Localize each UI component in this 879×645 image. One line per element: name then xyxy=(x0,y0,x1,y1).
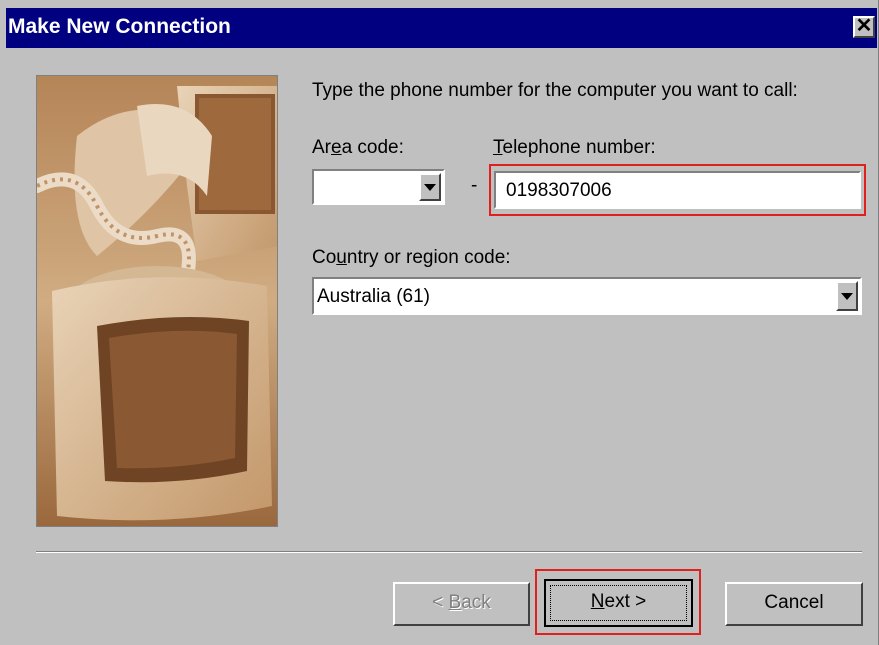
focus-rectangle xyxy=(550,585,687,621)
back-button[interactable]: < Back xyxy=(393,582,530,626)
area-code-combobox[interactable] xyxy=(312,169,445,205)
instruction-text: Type the phone number for the computer y… xyxy=(312,80,798,101)
make-new-connection-window: Make New Connection ✕ Type the phone num… xyxy=(0,0,879,645)
chevron-down-icon xyxy=(841,293,853,300)
window-title: Make New Connection xyxy=(8,15,231,38)
country-region-combobox[interactable]: Australia (61) xyxy=(312,277,862,315)
next-button[interactable]: Next > xyxy=(544,579,693,627)
cancel-button[interactable]: Cancel xyxy=(725,582,863,626)
wizard-illustration xyxy=(36,75,278,527)
country-region-label: Country or region code: xyxy=(312,247,511,268)
telephone-number-input[interactable]: 0198307006 xyxy=(494,171,861,209)
separator-line xyxy=(36,551,862,553)
dash-separator: - xyxy=(471,175,478,196)
cancel-button-label: Cancel xyxy=(764,592,824,613)
chevron-down-icon xyxy=(424,184,436,191)
area-code-dropdown-button[interactable] xyxy=(419,173,441,201)
close-icon: ✕ xyxy=(855,15,873,37)
close-button[interactable]: ✕ xyxy=(853,16,875,38)
title-bar[interactable]: Make New Connection ✕ xyxy=(6,8,877,48)
telephone-number-value: 0198307006 xyxy=(506,180,612,201)
computers-phone-image xyxy=(37,76,277,526)
back-button-label: < Back xyxy=(432,592,491,613)
country-region-value: Australia (61) xyxy=(317,286,430,307)
country-dropdown-button[interactable] xyxy=(836,281,858,311)
area-code-label: Area code: xyxy=(312,137,404,158)
telephone-number-label: Telephone number: xyxy=(493,137,656,158)
